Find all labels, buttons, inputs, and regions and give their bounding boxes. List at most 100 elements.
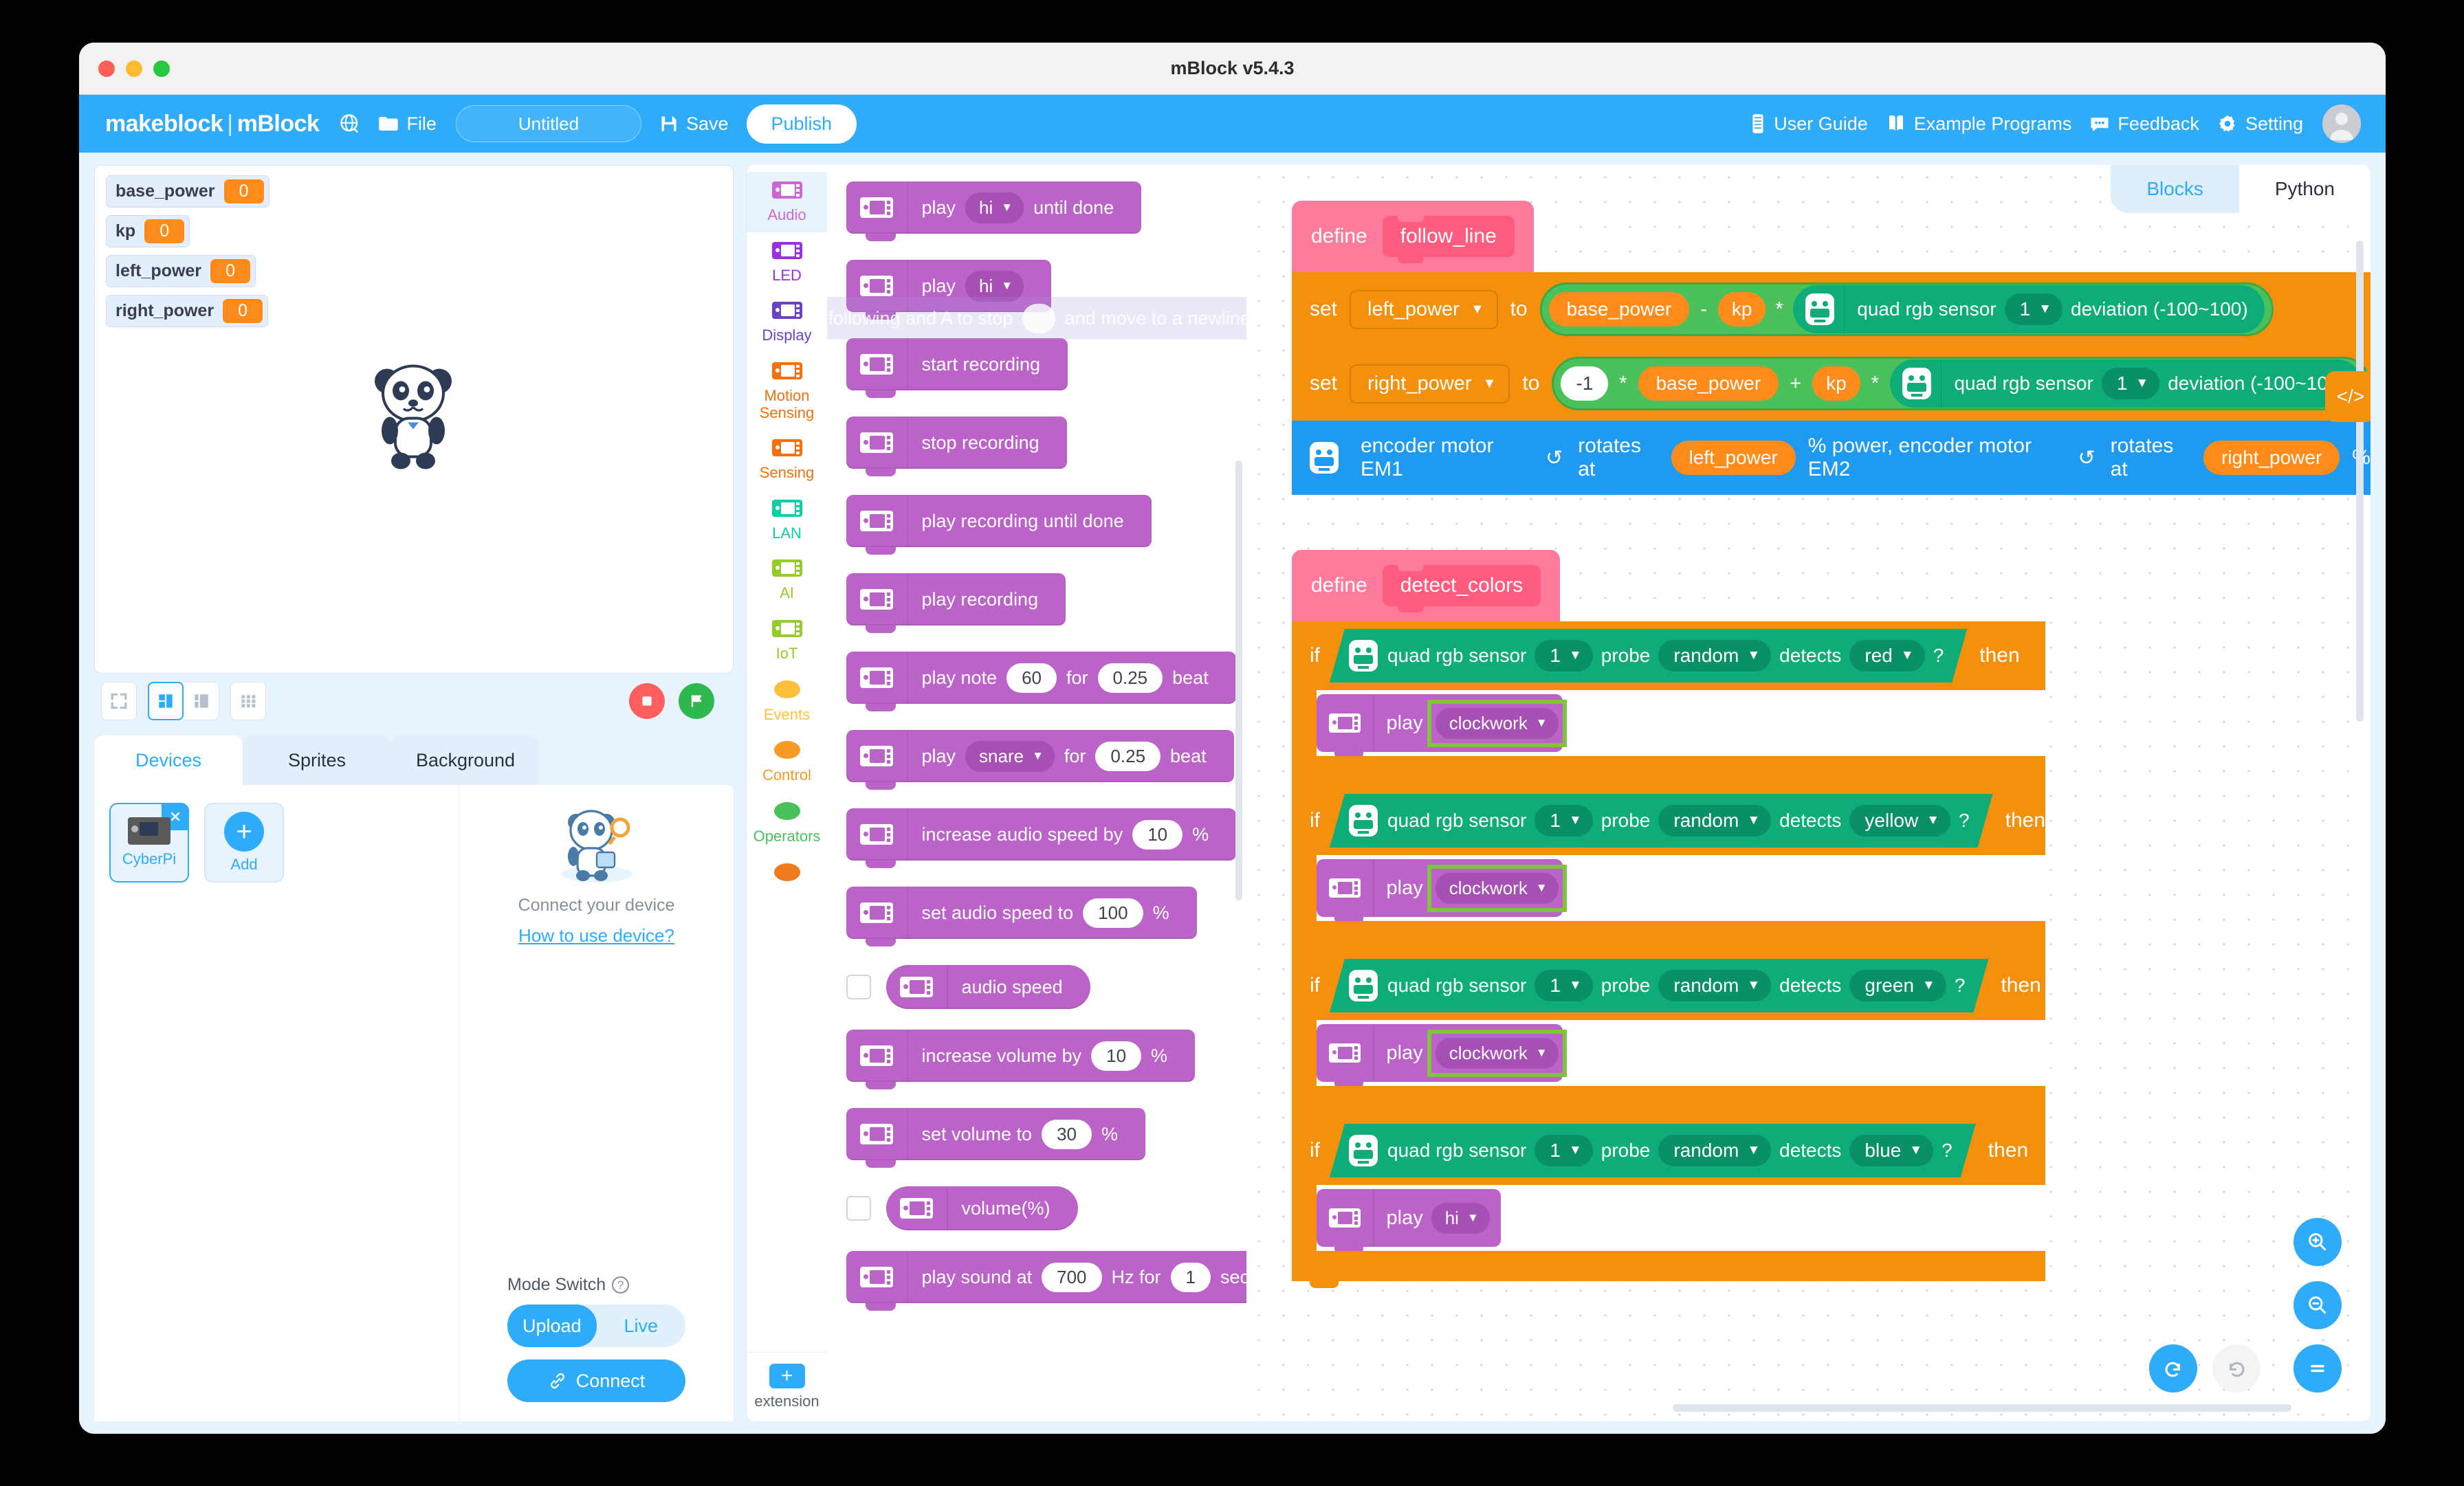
quad-rgb-deviation-reporter[interactable]: quad rgb sensor 1 ▼ deviation (-100~100): [1792, 285, 2265, 333]
mode-live-button[interactable]: Live: [597, 1305, 686, 1347]
category-iot[interactable]: IoT: [747, 610, 827, 671]
sensor-port-dropdown[interactable]: 1 ▼: [1534, 640, 1592, 672]
category-variables[interactable]: [747, 854, 827, 885]
quad-rgb-detects-condition[interactable]: quad rgb sensor 1 ▼ probe random ▼ detects…: [1330, 629, 1967, 683]
project-name-input[interactable]: Untitled: [455, 105, 641, 142]
if-block-yellow[interactable]: if quad rgb sensor 1 ▼ probe random ▼ dete…: [1292, 786, 2045, 958]
play-sound-block[interactable]: play clockwork ▼: [1317, 859, 1567, 924]
tab-python[interactable]: Python: [2238, 165, 2370, 213]
drum-dropdown[interactable]: snare ▼: [965, 740, 1055, 772]
layout-large-stage-button[interactable]: [184, 682, 219, 720]
hz-input[interactable]: 700: [1042, 1262, 1102, 1292]
probe-dropdown[interactable]: random ▼: [1658, 970, 1771, 1001]
category-sensing[interactable]: Sensing: [747, 430, 827, 490]
close-window-button[interactable]: [98, 60, 115, 77]
multiply-operator-outer[interactable]: -1 * base_power + kp * quad rgb sensor 1…: [1552, 357, 2370, 410]
category-operators[interactable]: Operators: [747, 792, 827, 854]
if-block-blue[interactable]: if quad rgb sensor 1 ▼ probe random ▼ dete…: [1292, 1116, 2045, 1288]
quad-rgb-detects-condition[interactable]: quad rgb sensor 1 ▼ probe random ▼ detects…: [1330, 794, 1993, 847]
monitor-checkbox-audio-speed[interactable]: [846, 975, 871, 999]
monitor-base-power[interactable]: base_power 0: [106, 175, 270, 208]
stage[interactable]: base_power 0 kp 0 left_power 0 right_pow…: [94, 165, 734, 674]
palette-block-play-recording-until-done[interactable]: play recording until done: [846, 495, 1152, 555]
beat-input[interactable]: 0.25: [1097, 663, 1163, 693]
user-guide-button[interactable]: User Guide: [1750, 113, 1868, 135]
play-sound-block[interactable]: play hi ▼: [1317, 1189, 1501, 1254]
sensor-port-dropdown[interactable]: 1 ▼: [1534, 1135, 1592, 1166]
quad-rgb-detects-condition[interactable]: quad rgb sensor 1 ▼ probe random ▼ detects…: [1330, 959, 1988, 1012]
color-dropdown[interactable]: green ▼: [1849, 970, 1946, 1001]
device-card-cyberpi[interactable]: CyberPi: [109, 803, 189, 883]
negative-one-input[interactable]: -1: [1561, 366, 1609, 401]
sec-input[interactable]: 1: [1170, 1262, 1211, 1292]
add-device-button[interactable]: + Add: [204, 803, 284, 883]
color-dropdown[interactable]: red ▼: [1849, 640, 1924, 672]
probe-dropdown[interactable]: random ▼: [1658, 805, 1771, 836]
tab-background[interactable]: Background: [391, 735, 540, 785]
category-audio[interactable]: Audio: [747, 172, 827, 232]
category-led[interactable]: LED: [747, 232, 827, 293]
zoom-out-button[interactable]: [2294, 1281, 2342, 1329]
tab-sprites[interactable]: Sprites: [243, 735, 391, 785]
color-dropdown[interactable]: yellow ▼: [1849, 805, 1950, 836]
probe-dropdown[interactable]: random ▼: [1658, 1135, 1771, 1166]
palette-scrollbar[interactable]: [1235, 461, 1242, 900]
define-follow-line-hat[interactable]: define follow_line: [1292, 201, 1534, 272]
how-to-use-device-link[interactable]: How to use device?: [518, 925, 674, 946]
speed-input[interactable]: 100: [1083, 898, 1143, 928]
example-programs-button[interactable]: Example Programs: [1886, 113, 2071, 135]
palette-block-audio-speed[interactable]: audio speed: [886, 965, 1090, 1009]
sound-dropdown[interactable]: clockwork ▼: [1435, 872, 1559, 904]
variable-left-power[interactable]: left_power: [1671, 441, 1796, 475]
subtract-operator-block[interactable]: base_power - kp * quad rgb sensor 1 ▼ de…: [1539, 282, 2274, 336]
category-display[interactable]: Display: [747, 292, 827, 353]
file-menu-button[interactable]: File: [378, 113, 437, 135]
publish-button[interactable]: Publish: [746, 104, 857, 144]
encoder-motor-row[interactable]: encoder motor EM1 ↺ rotates at left_powe…: [1292, 421, 2370, 495]
stop-button[interactable]: [629, 683, 665, 719]
variable-right-power[interactable]: right_power: [2203, 441, 2340, 475]
tab-devices[interactable]: Devices: [94, 735, 243, 785]
palette-block-set-volume[interactable]: set volume to 30 %: [846, 1108, 1146, 1168]
category-lan[interactable]: LAN: [747, 490, 827, 551]
redo-button[interactable]: [2212, 1344, 2260, 1393]
undo-button[interactable]: [2149, 1344, 2197, 1393]
green-flag-button[interactable]: [679, 683, 714, 719]
sound-dropdown[interactable]: hi ▼: [965, 192, 1024, 223]
palette-block-play-recording[interactable]: play recording: [846, 573, 1066, 633]
probe-dropdown[interactable]: random ▼: [1658, 640, 1771, 672]
variable-kp[interactable]: kp: [1812, 366, 1860, 401]
feedback-button[interactable]: Feedback: [2089, 113, 2199, 135]
variable-base-power[interactable]: base_power: [1548, 292, 1690, 326]
variable-kp[interactable]: kp: [1717, 292, 1766, 326]
multiply-operator-block[interactable]: kp * quad rgb sensor 1 ▼ deviation (-100~…: [1717, 282, 2265, 336]
monitor-checkbox-volume[interactable]: [846, 1196, 871, 1221]
mode-upload-button[interactable]: Upload: [507, 1305, 597, 1347]
volume-input[interactable]: 10: [1091, 1041, 1142, 1071]
palette-block-volume[interactable]: volume(%): [886, 1186, 1078, 1230]
play-sound-block[interactable]: play clockwork ▼: [1317, 1024, 1567, 1089]
if-block-red[interactable]: if quad rgb sensor 1 ▼ probe random ▼ dete…: [1292, 621, 2045, 793]
category-motion-sensing[interactable]: Motion Sensing: [747, 353, 827, 430]
zoom-in-button[interactable]: [2294, 1218, 2342, 1266]
variable-dropdown-right-power[interactable]: right_power ▼: [1350, 364, 1510, 403]
grid-layout-button[interactable]: [230, 682, 266, 720]
canvas-vertical-scrollbar[interactable]: [2356, 241, 2364, 722]
canvas-horizontal-scrollbar[interactable]: [1673, 1404, 2291, 1412]
quad-rgb-deviation-reporter[interactable]: quad rgb sensor 1 ▼ deviation (-100~100): [1889, 359, 2362, 408]
palette-block-play-drum[interactable]: play snare ▼ for 0.25 beat: [846, 730, 1234, 790]
language-globe-button[interactable]: [340, 113, 360, 134]
add-extension-button[interactable]: + extension: [747, 1352, 827, 1421]
avatar[interactable]: [2322, 104, 2361, 143]
setting-button[interactable]: Setting: [2217, 113, 2303, 135]
if-block-green[interactable]: if quad rgb sensor 1 ▼ probe random ▼ dete…: [1292, 951, 2045, 1123]
sensor-port-dropdown[interactable]: 1 ▼: [2101, 368, 2160, 399]
palette-block-increase-audio-speed[interactable]: increase audio speed by 10 %: [846, 808, 1237, 868]
sensor-port-dropdown[interactable]: 1 ▼: [1534, 805, 1592, 836]
note-input[interactable]: 60: [1006, 663, 1057, 693]
save-button[interactable]: Save: [659, 113, 729, 135]
set-left-power-row[interactable]: set left_power ▼ to base_power - kp * qu…: [1292, 272, 2370, 346]
category-control[interactable]: Control: [747, 731, 827, 792]
variable-dropdown-left-power[interactable]: left_power ▼: [1350, 289, 1498, 329]
monitor-right-power[interactable]: right_power 0: [106, 295, 269, 327]
